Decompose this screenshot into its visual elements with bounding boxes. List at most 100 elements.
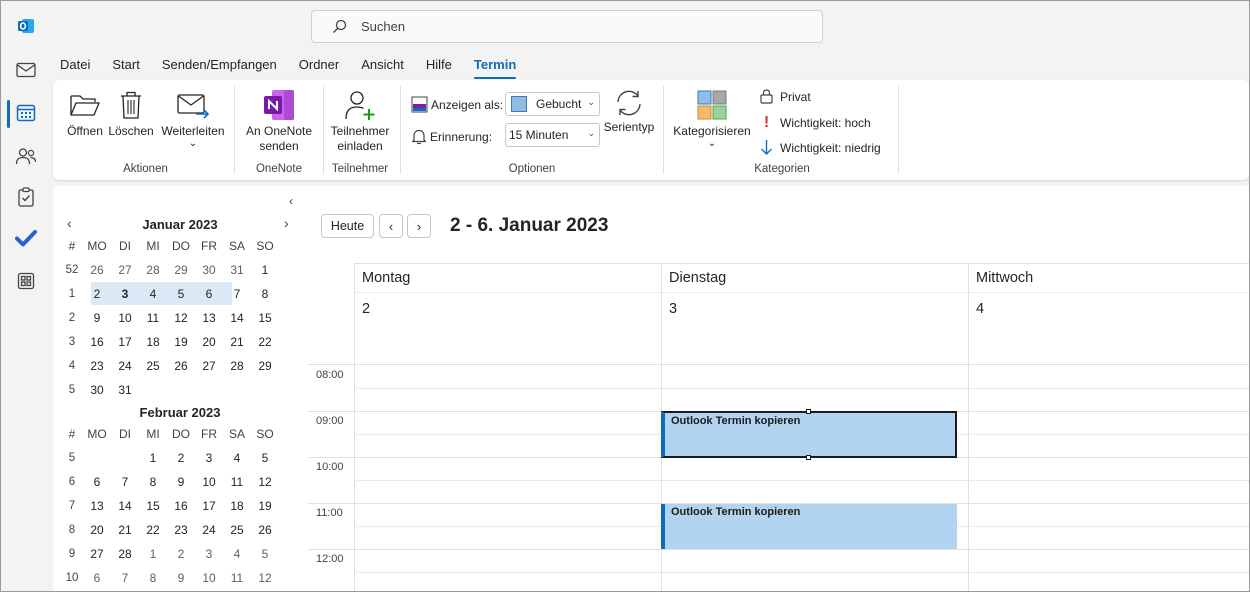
resize-handle-top[interactable]	[806, 409, 811, 414]
day-cell[interactable]: 15	[139, 499, 167, 513]
day-cell[interactable]: 9	[167, 475, 195, 489]
private-button[interactable]: Privat	[760, 89, 811, 104]
delete-button[interactable]: Löschen	[108, 88, 154, 139]
reminder-select[interactable]: 15 Minuten ⌄	[505, 123, 600, 147]
day-cell[interactable]: 23	[83, 359, 111, 373]
open-button[interactable]: Öffnen	[65, 88, 105, 139]
categorize-button[interactable]: Kategorisieren ⌄	[671, 88, 753, 149]
day-cell[interactable]: 13	[83, 499, 111, 513]
recurrence-button[interactable]: Serientyp	[603, 88, 655, 135]
day-cell[interactable]: 29	[167, 263, 195, 277]
day-cell[interactable]: 22	[139, 523, 167, 537]
resize-handle-bottom[interactable]	[806, 455, 811, 460]
day-cell[interactable]: 16	[167, 499, 195, 513]
day-cell[interactable]: 12	[251, 571, 279, 585]
day-cell[interactable]: 2	[167, 451, 195, 465]
day-cell[interactable]: 7	[223, 287, 251, 301]
day-cell[interactable]: 17	[195, 499, 223, 513]
week-number[interactable]: 3	[61, 336, 83, 348]
mini-calendar-next-button[interactable]: ›	[284, 215, 289, 231]
day-cell[interactable]: 2	[83, 287, 111, 301]
appointment-selected[interactable]: Outlook Termin kopieren	[661, 411, 957, 458]
day-cell[interactable]: 3	[195, 547, 223, 561]
day-cell[interactable]: 3	[195, 451, 223, 465]
previous-week-button[interactable]: ‹	[379, 214, 403, 238]
day-cell[interactable]: 12	[251, 475, 279, 489]
day-cell[interactable]: 10	[195, 571, 223, 585]
day-cell[interactable]: 26	[251, 523, 279, 537]
day-cell[interactable]: 7	[111, 571, 139, 585]
day-cell[interactable]: 30	[195, 263, 223, 277]
day-cell[interactable]: 24	[111, 359, 139, 373]
day-cell[interactable]: 11	[223, 571, 251, 585]
day-cell[interactable]: 24	[195, 523, 223, 537]
day-cell[interactable]: 22	[251, 335, 279, 349]
day-cell[interactable]: 19	[167, 335, 195, 349]
day-cell[interactable]: 1	[139, 451, 167, 465]
day-cell[interactable]: 15	[251, 311, 279, 325]
week-number[interactable]: 8	[61, 524, 83, 536]
day-cell[interactable]: 23	[167, 523, 195, 537]
day-cell[interactable]: 16	[83, 335, 111, 349]
day-cell[interactable]: 21	[111, 523, 139, 537]
day-cell[interactable]: 8	[139, 475, 167, 489]
day-cell[interactable]: 5	[167, 287, 195, 301]
day-cell[interactable]: 1	[251, 263, 279, 277]
day-cell[interactable]: 18	[223, 499, 251, 513]
day-cell[interactable]: 5	[251, 547, 279, 561]
week-number[interactable]: 7	[61, 500, 83, 512]
day-cell[interactable]: 27	[111, 263, 139, 277]
mini-calendar-prev-button[interactable]: ‹	[67, 215, 72, 231]
day-cell[interactable]: 31	[111, 383, 139, 397]
day-cell[interactable]: 12	[167, 311, 195, 325]
day-cell[interactable]: 11	[139, 311, 167, 325]
week-number[interactable]: 5	[61, 384, 83, 396]
day-cell[interactable]: 20	[195, 335, 223, 349]
day-cell[interactable]: 27	[195, 359, 223, 373]
tab-ordner[interactable]: Ordner	[299, 56, 339, 76]
day-cell[interactable]: 9	[83, 311, 111, 325]
day-cell[interactable]: 8	[251, 287, 279, 301]
day-cell[interactable]: 3	[111, 287, 139, 301]
send-to-onenote-button[interactable]: An OneNote senden	[241, 88, 317, 154]
day-cell[interactable]: 4	[223, 451, 251, 465]
day-cell[interactable]: 2	[167, 547, 195, 561]
today-button[interactable]: Heute	[321, 214, 374, 238]
day-cell[interactable]: 28	[111, 547, 139, 561]
day-cell[interactable]: 26	[167, 359, 195, 373]
tab-senden-empfangen[interactable]: Senden/Empfangen	[162, 56, 277, 76]
day-cell[interactable]: 25	[139, 359, 167, 373]
day-cell[interactable]: 8	[139, 571, 167, 585]
collapse-pane-button[interactable]: ‹	[289, 194, 293, 208]
week-number[interactable]: 4	[61, 360, 83, 372]
search-box[interactable]: Suchen	[311, 10, 823, 43]
day-cell[interactable]: 17	[111, 335, 139, 349]
week-number[interactable]: 10	[61, 572, 83, 584]
week-number[interactable]: 52	[61, 264, 83, 276]
week-number[interactable]: 5	[61, 452, 83, 464]
day-cell[interactable]: 27	[83, 547, 111, 561]
tab-hilfe[interactable]: Hilfe	[426, 56, 452, 76]
day-cell[interactable]: 10	[111, 311, 139, 325]
tab-datei[interactable]: Datei	[60, 56, 90, 76]
invite-attendees-button[interactable]: Teilnehmer einladen	[327, 88, 393, 154]
day-header-dienstag[interactable]: Dienstag 3	[661, 263, 968, 364]
importance-high-button[interactable]: ! Wichtigkeit: hoch	[760, 114, 871, 132]
day-cell[interactable]: 5	[251, 451, 279, 465]
day-cell[interactable]: 9	[167, 571, 195, 585]
week-number[interactable]: 2	[61, 312, 83, 324]
mail-icon[interactable]	[11, 55, 41, 85]
day-cell[interactable]: 4	[139, 287, 167, 301]
day-cell[interactable]: 28	[223, 359, 251, 373]
day-cell[interactable]: 21	[223, 335, 251, 349]
day-cell[interactable]: 4	[223, 547, 251, 561]
day-cell[interactable]: 31	[223, 263, 251, 277]
day-cell[interactable]: 1	[139, 547, 167, 561]
week-number[interactable]: 1	[61, 288, 83, 300]
calendar-icon[interactable]	[11, 98, 41, 128]
appointment[interactable]: Outlook Termin kopieren	[661, 504, 957, 549]
day-cell[interactable]: 25	[223, 523, 251, 537]
day-cell[interactable]: 6	[83, 571, 111, 585]
day-cell[interactable]: 7	[111, 475, 139, 489]
tab-ansicht[interactable]: Ansicht	[361, 56, 404, 76]
